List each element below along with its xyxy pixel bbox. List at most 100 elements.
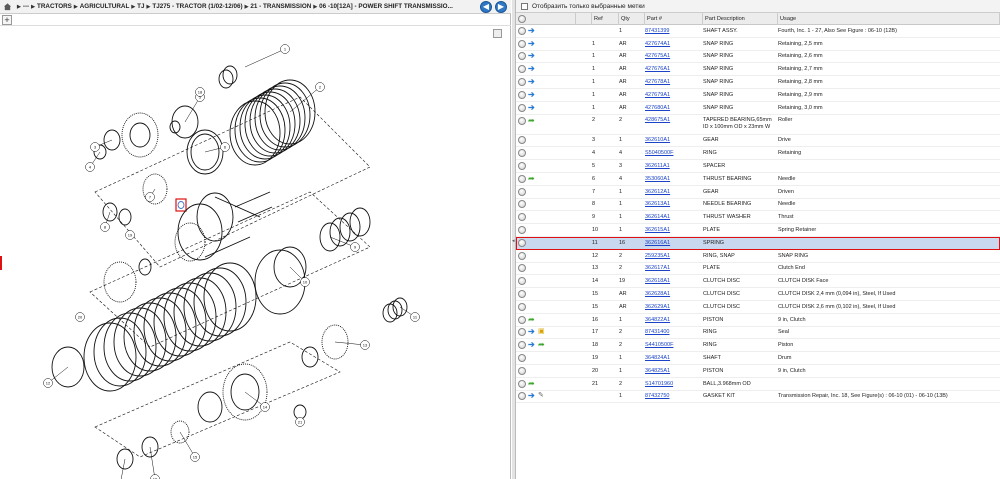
replacement-arrow-icon[interactable]: ➦ — [538, 341, 547, 349]
row-part-number-text[interactable]: 362614A1 — [645, 214, 670, 220]
zoom-in-button[interactable]: + — [2, 15, 12, 25]
row-part-number[interactable]: 427675A1 — [645, 53, 703, 59]
row-part-number[interactable]: 362628A1 — [645, 291, 703, 297]
row-part-number-text[interactable]: 362613A1 — [645, 201, 670, 207]
info-icon[interactable]: ➔ — [528, 328, 536, 336]
add-to-cart-icon[interactable] — [518, 162, 526, 171]
row-part-number[interactable]: S14701960 — [645, 381, 703, 387]
row-part-number-text[interactable]: 87431399 — [645, 28, 669, 34]
info-icon[interactable]: ➔ — [528, 392, 536, 400]
add-to-cart-icon[interactable] — [518, 149, 526, 158]
info-icon[interactable]: ➔ — [528, 341, 536, 349]
row-part-number[interactable]: 362614A1 — [645, 214, 703, 220]
info-icon[interactable]: ➔ — [528, 90, 536, 99]
add-to-cart-icon[interactable] — [518, 226, 526, 235]
row-part-number-text[interactable]: 362612A1 — [645, 189, 670, 195]
callout-label[interactable]: 15 — [193, 454, 198, 459]
table-row[interactable]: ➦ 21 2 S14701960 BALL,3.968mm OD — [516, 378, 1000, 391]
table-row[interactable]: 14 19 362618A1 CLUTCH DISC CLUTCH DISK Face — [516, 275, 1000, 289]
row-part-number-text[interactable]: 362628A1 — [645, 291, 670, 297]
add-to-cart-icon[interactable] — [518, 39, 526, 48]
row-part-number[interactable]: 427679A1 — [645, 92, 703, 98]
table-row[interactable]: ➔ 1 AR 427680A1 SNAP RING Retaining, 3,0 mm — [516, 102, 1000, 115]
table-row[interactable]: 12 2 259235A1 RING, SNAP SNAP RING — [516, 250, 1000, 263]
table-row[interactable]: 15 AR 362628A1 CLUTCH DISC CLUTCH DISK 2,4 m… — [516, 288, 1000, 301]
row-part-number[interactable]: 362617A1 — [645, 265, 703, 271]
row-part-number-text[interactable]: 362615A1 — [645, 227, 670, 233]
table-row[interactable]: 5 3 362611A1 SPACER — [516, 160, 1000, 173]
row-part-number-text[interactable]: 362616A1 — [645, 240, 670, 246]
add-to-cart-icon[interactable] — [518, 187, 526, 196]
row-part-number[interactable]: 87432750 — [645, 393, 703, 399]
row-part-number[interactable]: S5040500F — [645, 150, 703, 156]
row-part-number[interactable]: 362613A1 — [645, 201, 703, 207]
table-row[interactable]: 9 1 362614A1 THRUST WASHER Thrust — [516, 211, 1000, 225]
info-icon[interactable]: ➔ — [528, 103, 536, 112]
header-usage[interactable]: Usage — [778, 12, 1000, 25]
breadcrumb-item[interactable]: TRACTORS — [37, 3, 72, 10]
row-part-number[interactable]: 427678A1 — [645, 79, 703, 85]
table-row[interactable]: 13 2 362617A1 PLATE Clutch End — [516, 263, 1000, 276]
breadcrumb-item[interactable]: 21 - TRANSMISSION — [250, 3, 311, 10]
table-row[interactable]: ➔ 1 AR 427675A1 SNAP RING Retaining, 2,6 mm — [516, 51, 1000, 64]
add-to-cart-icon[interactable] — [518, 78, 526, 87]
row-part-number-text[interactable]: 427678A1 — [645, 79, 670, 85]
add-to-cart-icon[interactable] — [518, 90, 526, 99]
row-part-number-text[interactable]: 87432750 — [645, 393, 669, 399]
breadcrumb-item[interactable]: TJ — [137, 3, 144, 10]
table-row[interactable]: ➔ ✎ 1 87432750 GASKET KIT Transmission Repair… — [516, 391, 1000, 404]
add-to-cart-icon[interactable] — [518, 290, 526, 299]
add-to-cart-icon[interactable] — [518, 277, 526, 286]
table-row[interactable]: 10 1 362615A1 PLATE Spring Retainer — [516, 224, 1000, 237]
header-ref[interactable]: Ref — [592, 12, 619, 25]
add-to-cart-icon[interactable] — [518, 136, 526, 145]
table-row[interactable]: 4 4 S5040500F RING Retaining — [516, 147, 1000, 161]
table-row[interactable]: 11 16 362616A1 SPRING — [516, 236, 1000, 250]
add-to-cart-icon[interactable] — [518, 116, 526, 125]
row-part-number-text[interactable]: 427674A1 — [645, 41, 670, 47]
row-part-number[interactable]: 362629A1 — [645, 304, 703, 310]
breadcrumb-item[interactable]: 06 -10[12A] - POWER SHIFT TRANSMISSIO... — [319, 3, 453, 10]
header-part-number[interactable]: Part # — [645, 12, 703, 25]
row-part-number-text[interactable]: 364824A1 — [645, 355, 670, 361]
row-part-number[interactable]: 364825A1 — [645, 368, 703, 374]
row-part-number[interactable]: 427674A1 — [645, 41, 703, 47]
table-row[interactable]: ➔ 1 AR 427679A1 SNAP RING Retaining, 2,9 mm — [516, 89, 1000, 102]
table-row[interactable]: ➔ ▣ 17 2 87431400 RING Seal — [516, 327, 1000, 340]
row-part-number[interactable]: 362610A1 — [645, 137, 703, 143]
add-to-cart-icon[interactable] — [518, 379, 526, 388]
row-part-number-text[interactable]: 362610A1 — [645, 137, 670, 143]
header-qty[interactable]: Qty — [619, 12, 645, 25]
row-part-number-text[interactable]: 427676A1 — [645, 66, 670, 72]
row-part-number[interactable]: 427680A1 — [645, 105, 703, 111]
replacement-arrow-icon[interactable]: ➦ — [528, 174, 537, 183]
home-icon[interactable] — [3, 2, 12, 11]
add-to-cart-icon[interactable] — [518, 238, 526, 247]
table-row[interactable]: ➦ 16 1 364822A1 PISTON 9 in, Clutch — [516, 314, 1000, 327]
back-button[interactable]: ◀ — [480, 1, 492, 13]
show-selected-only-checkbox[interactable] — [521, 2, 528, 10]
select-all-icon[interactable] — [518, 14, 526, 23]
table-row[interactable]: ➔ 1 AR 427678A1 SNAP RING Retaining, 2,8 mm — [516, 76, 1000, 89]
add-to-cart-icon[interactable] — [518, 264, 526, 273]
forward-button[interactable]: ▶ — [495, 1, 507, 13]
row-part-number[interactable]: S4410500F — [645, 342, 703, 348]
info-icon[interactable]: ➔ — [528, 26, 536, 35]
breadcrumb-item[interactable]: TJ275 - TRACTOR (1/02-12/06) — [152, 3, 242, 10]
replacement-arrow-icon[interactable]: ➦ — [528, 116, 537, 125]
table-row[interactable]: 7 1 362612A1 GEAR Driven — [516, 186, 1000, 199]
row-part-number-text[interactable]: 427680A1 — [645, 105, 670, 111]
add-to-cart-icon[interactable] — [518, 341, 526, 350]
callout-label[interactable]: 13 — [363, 342, 368, 347]
add-to-cart-icon[interactable] — [518, 200, 526, 209]
callout-label[interactable]: 21 — [298, 419, 303, 424]
table-row[interactable]: 19 1 364824A1 SHAFT Drum — [516, 352, 1000, 365]
add-to-cart-icon[interactable] — [518, 174, 526, 183]
row-part-number-text[interactable]: 427679A1 — [645, 92, 670, 98]
add-to-cart-icon[interactable] — [518, 392, 526, 401]
row-part-number-text[interactable]: 362629A1 — [645, 304, 670, 310]
row-part-number[interactable]: 362611A1 — [645, 163, 703, 169]
row-part-number-text[interactable]: 362617A1 — [645, 265, 670, 271]
add-to-cart-icon[interactable] — [518, 52, 526, 61]
table-row[interactable]: 20 1 364825A1 PISTON 9 in, Clutch — [516, 365, 1000, 378]
